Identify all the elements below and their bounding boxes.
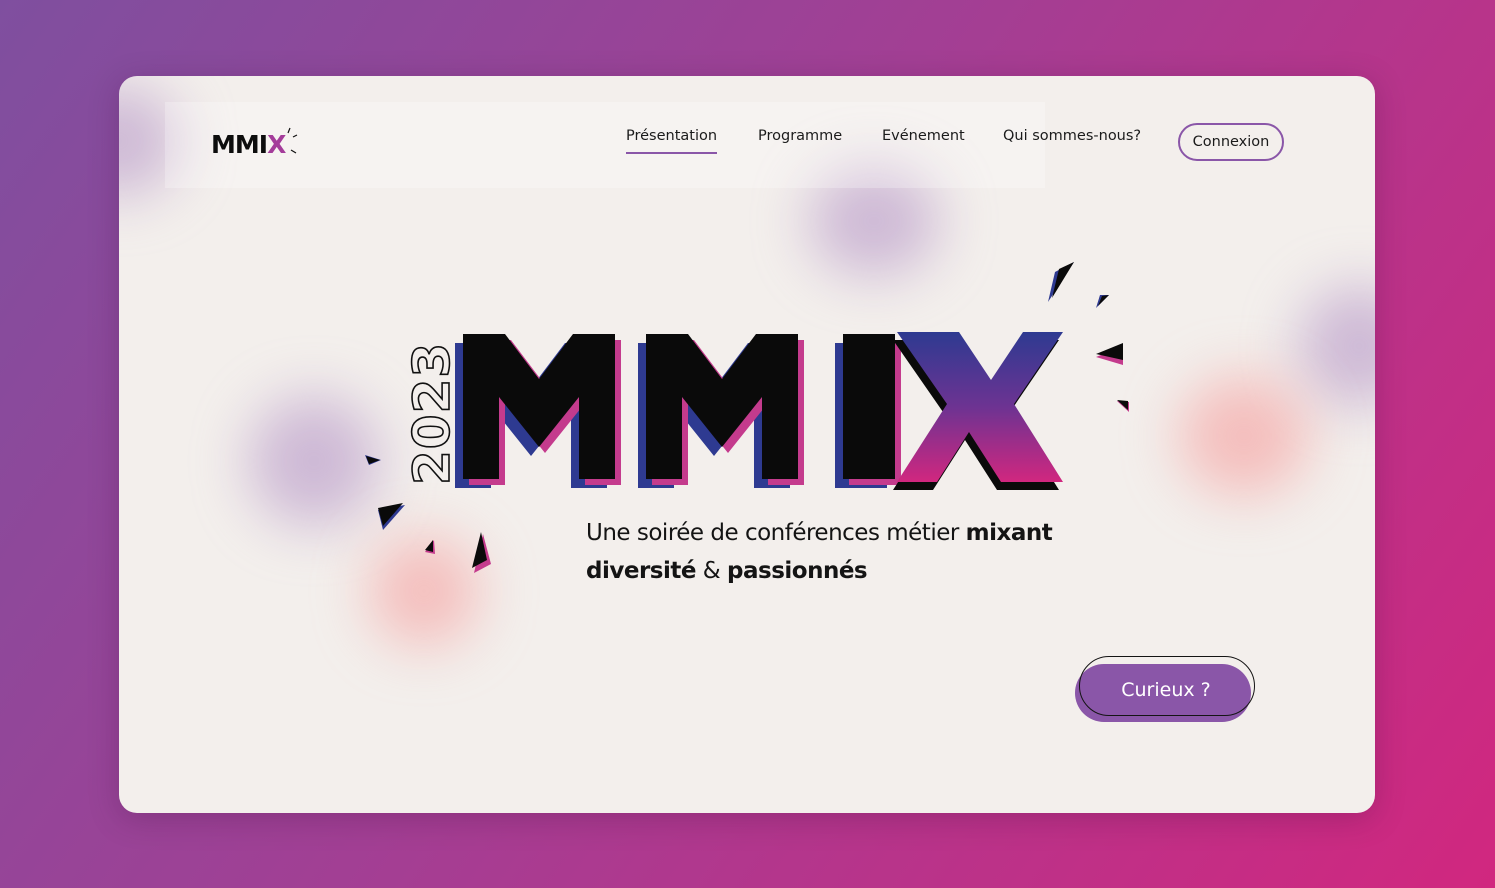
tagline-ampersand: &	[702, 558, 721, 584]
tagline-bold-mixant: mixant	[965, 520, 1053, 546]
tagline-bold-diversite: diversité	[586, 558, 696, 584]
letter-m-1: M	[455, 334, 621, 488]
curious-button-label: Curieux ?	[1121, 679, 1211, 701]
tagline-text: Une soirée de conférences métier	[586, 520, 959, 546]
tagline-line-2: diversité & passionnés	[586, 552, 1052, 590]
hero-year: 2023	[403, 342, 461, 485]
hero-tagline: Une soirée de conférences métier mixant …	[586, 514, 1053, 590]
curious-button[interactable]: Curieux ?	[1075, 656, 1255, 722]
main-card: MMI X Présentation Programme Evénement Qu…	[119, 76, 1375, 813]
tagline-bold-passionnes: passionnés	[727, 558, 868, 584]
tagline-line-1: Une soirée de conférences métier mixant	[586, 514, 1053, 552]
